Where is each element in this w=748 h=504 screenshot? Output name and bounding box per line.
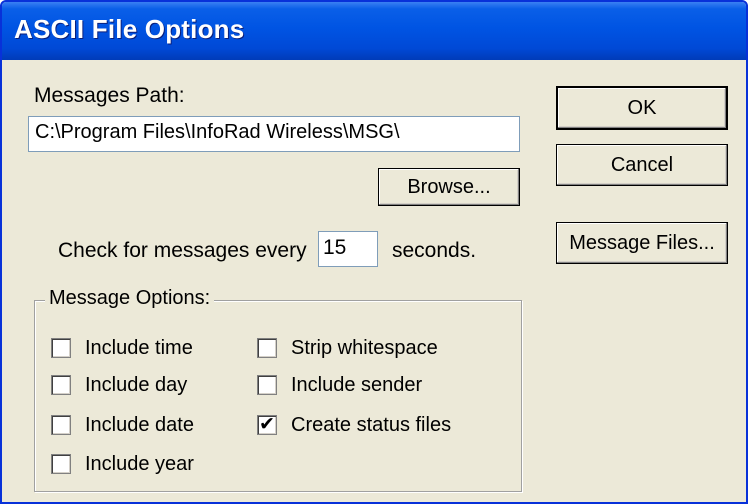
messages-path-label: Messages Path: [34, 84, 185, 107]
include-day-checkbox-box[interactable] [51, 375, 71, 395]
check-interval-prefix: Check for messages every [58, 239, 307, 262]
message-files-button[interactable]: Message Files... [556, 222, 728, 264]
include-date-checkbox-box[interactable] [51, 415, 71, 435]
check-interval-input[interactable]: 15 [318, 231, 378, 267]
include-date-checkbox[interactable]: Include date [51, 412, 194, 438]
cancel-button[interactable]: Cancel [556, 144, 728, 186]
include-time-checkbox-box[interactable] [51, 338, 71, 358]
create-status-files-checkbox-box[interactable] [257, 413, 277, 435]
browse-button[interactable]: Browse... [378, 168, 520, 206]
strip-whitespace-checkbox-box[interactable] [257, 338, 277, 358]
include-date-label: Include date [85, 413, 194, 436]
title-bar[interactable]: ASCII File Options [2, 2, 746, 60]
ok-button[interactable]: OK [556, 86, 728, 130]
create-status-files-checkbox[interactable]: Create status files [257, 412, 451, 438]
include-sender-checkbox[interactable]: Include sender [257, 372, 422, 398]
include-year-checkbox[interactable]: Include year [51, 451, 194, 477]
include-time-label: Include time [85, 336, 193, 359]
include-sender-checkbox-box[interactable] [257, 375, 277, 395]
include-sender-label: Include sender [291, 373, 423, 396]
window-title: ASCII File Options [14, 14, 245, 44]
include-time-checkbox[interactable]: Include time [51, 335, 193, 361]
include-day-label: Include day [85, 373, 188, 396]
strip-whitespace-checkbox[interactable]: Strip whitespace [257, 335, 438, 361]
include-year-label: Include year [85, 452, 194, 475]
check-interval-suffix: seconds. [392, 239, 477, 262]
strip-whitespace-label: Strip whitespace [291, 336, 438, 359]
message-options-title: Message Options: [45, 287, 215, 310]
include-day-checkbox[interactable]: Include day [51, 372, 187, 398]
ascii-file-options-dialog: ASCII File Options Messages Path: C:\Pro… [0, 0, 748, 504]
messages-path-input[interactable]: C:\Program Files\InfoRad Wireless\MSG\ [28, 116, 520, 152]
include-year-checkbox-box[interactable] [51, 454, 71, 474]
create-status-files-label: Create status files [291, 413, 452, 436]
dialog-body: Messages Path: C:\Program Files\InfoRad … [2, 60, 746, 502]
message-options-group: Message Options: Include time Include da… [34, 287, 522, 492]
